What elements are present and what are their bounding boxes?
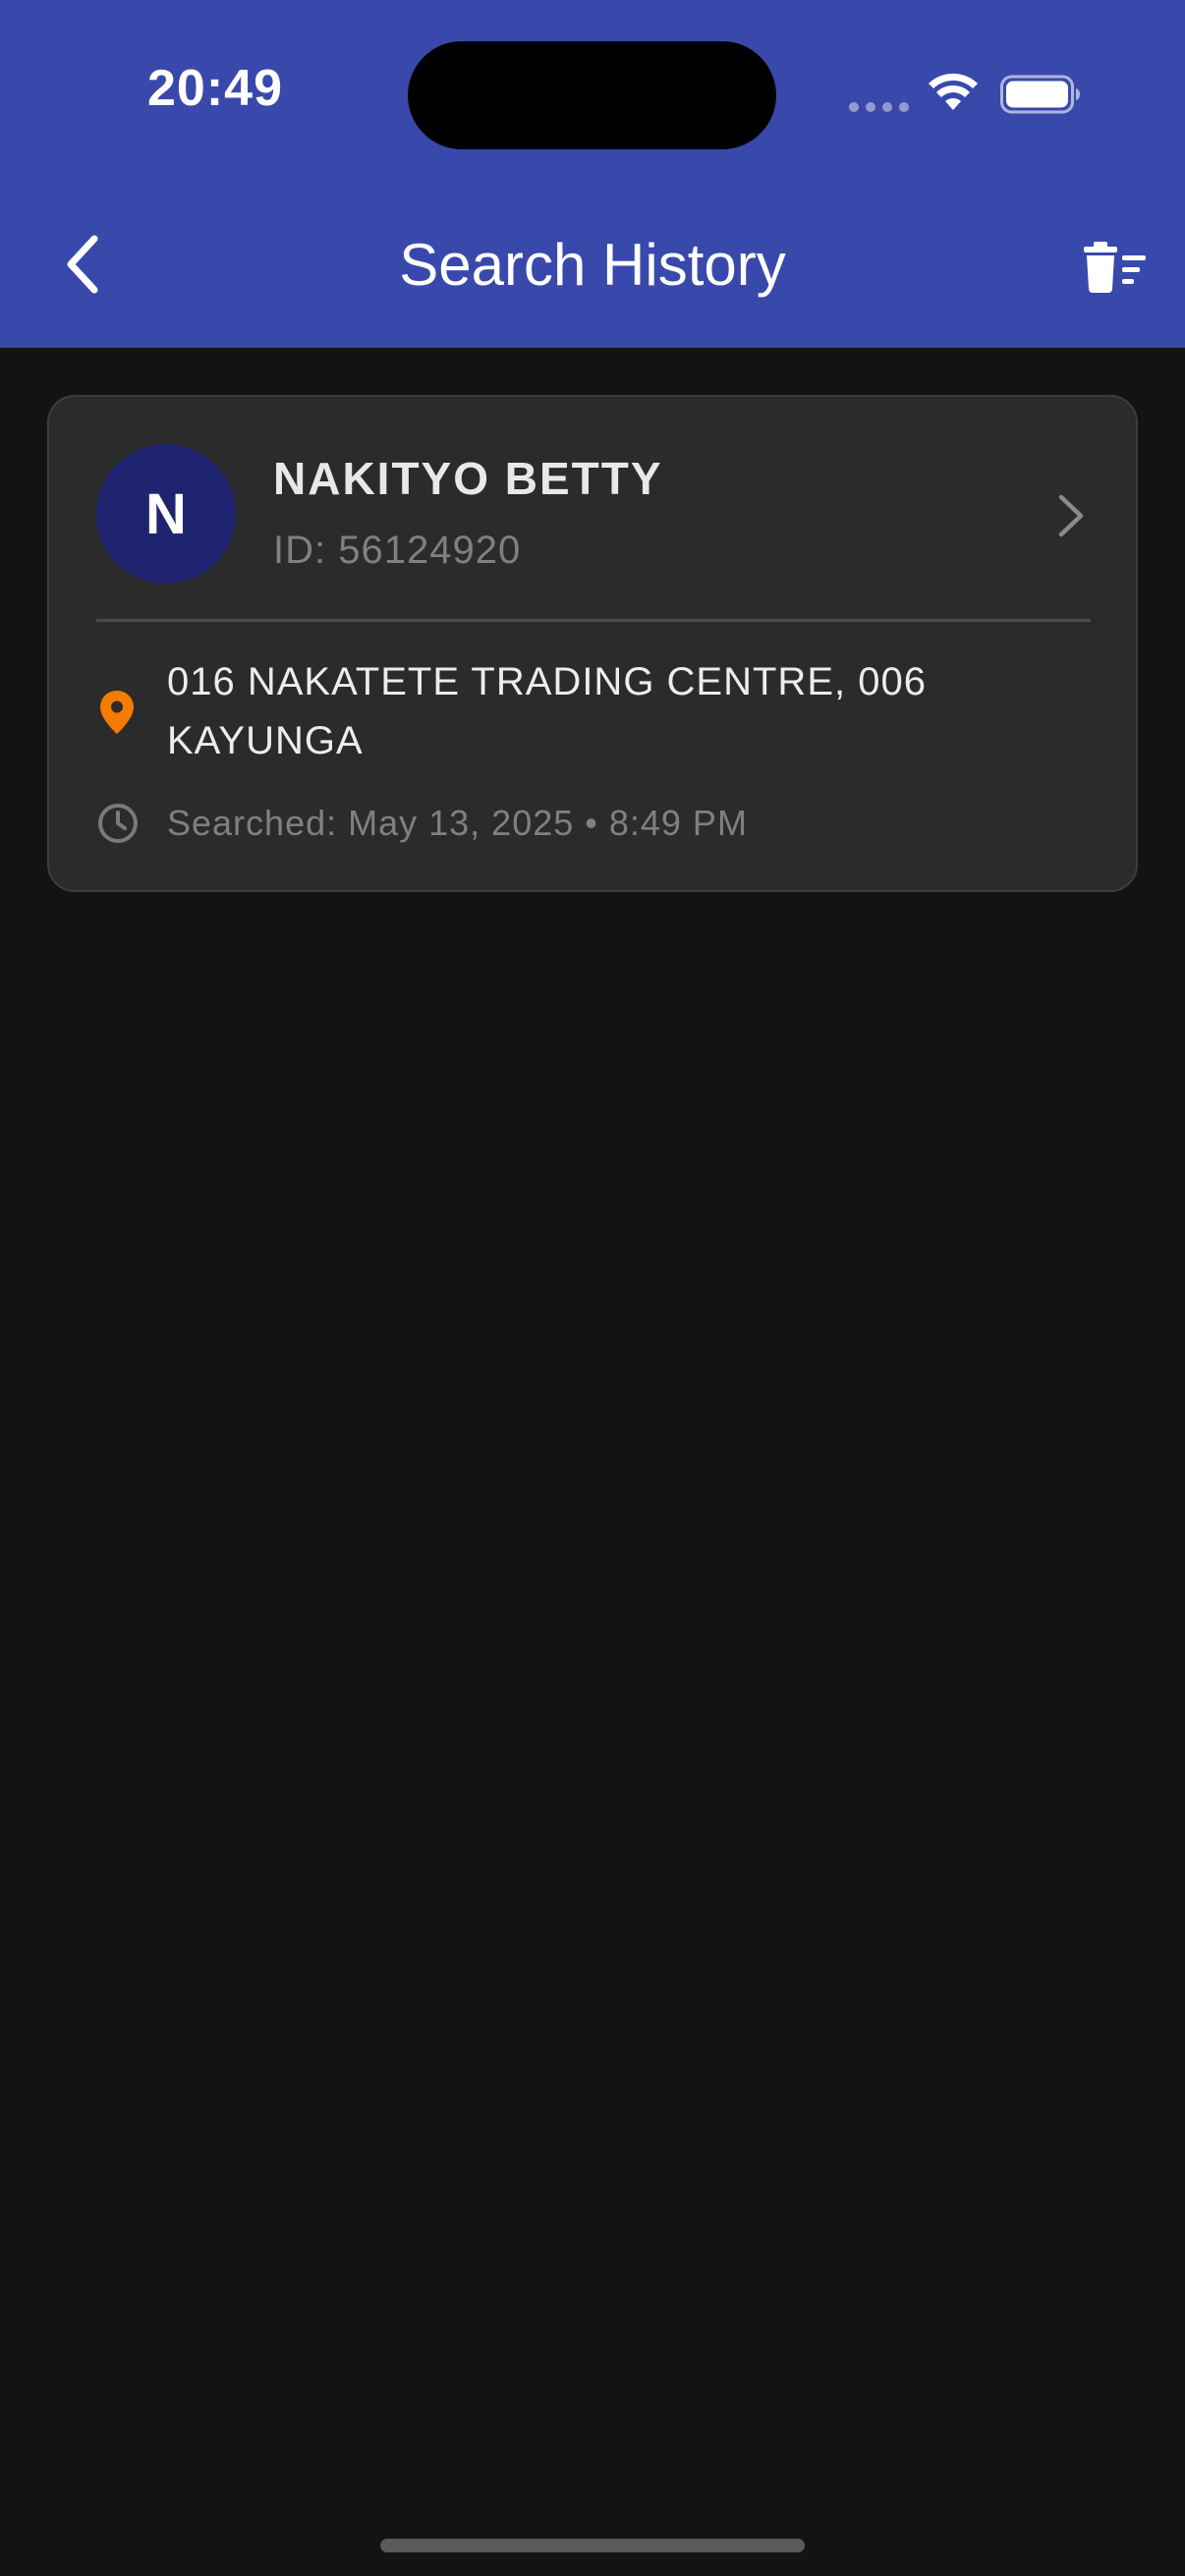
- battery-icon: [1000, 75, 1080, 114]
- cellular-signal-icon: [849, 102, 909, 112]
- history-card[interactable]: N NAKITYO BETTY ID: 56124920 016 NAKATET…: [47, 395, 1138, 892]
- card-divider: [96, 619, 1091, 622]
- clock-icon: [98, 804, 138, 843]
- clear-history-button[interactable]: [1075, 234, 1152, 301]
- wifi-icon: [929, 73, 978, 110]
- person-name: NAKITYO BETTY: [273, 453, 663, 504]
- searched-timestamp: Searched: May 13, 2025 • 8:49 PM: [167, 803, 748, 843]
- person-id: ID: 56124920: [273, 529, 522, 572]
- location-pin-icon: [100, 691, 134, 734]
- home-indicator[interactable]: [380, 2539, 805, 2552]
- page-title: Search History: [399, 232, 786, 298]
- chevron-right-icon: [1058, 494, 1084, 537]
- status-time: 20:49: [147, 60, 283, 117]
- avatar: N: [96, 444, 236, 584]
- address: 016 NAKATETE TRADING CENTRE, 006 KAYUNGA: [167, 660, 927, 762]
- app-header: 20:49 Search History: [0, 0, 1185, 348]
- trash-list-icon: [1084, 242, 1146, 293]
- dynamic-island: [408, 41, 776, 149]
